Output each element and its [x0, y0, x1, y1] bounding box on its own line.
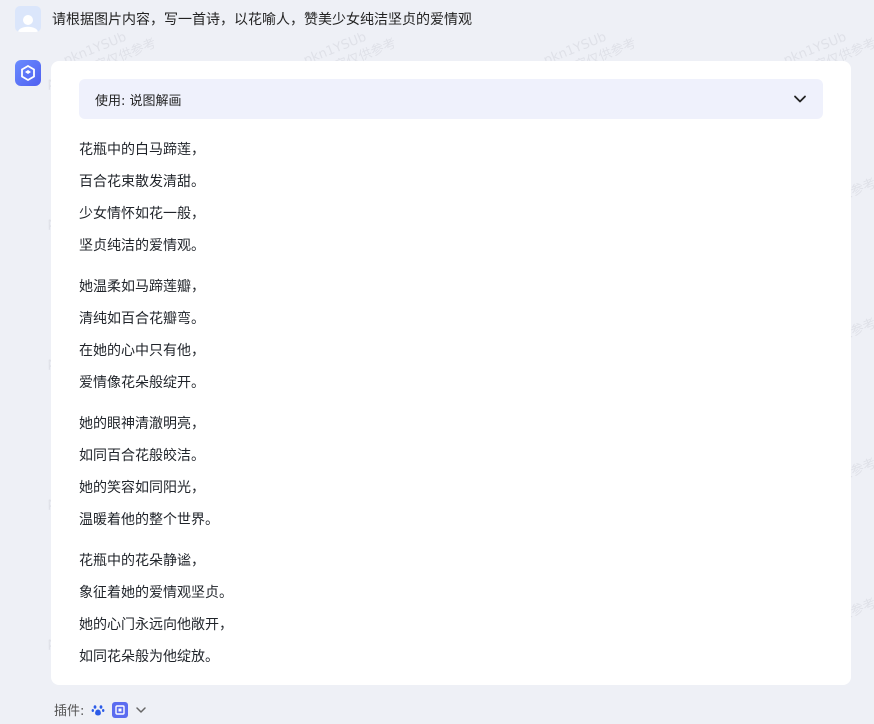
- plugin-icon[interactable]: [112, 701, 129, 718]
- assistant-response-card: 使用: 说图解画 花瓶中的白马蹄莲， 百合花束散发清甜。 少女情怀如花一般， 坚…: [51, 61, 851, 685]
- poem-line: 温暖着他的整个世界。: [79, 512, 219, 528]
- poem-line: 如同花朵般为他绽放。: [79, 649, 219, 665]
- chevron-down-icon[interactable]: [134, 703, 148, 717]
- plugin-used-label: 使用: 说图解画: [95, 93, 182, 109]
- plugins-label: 插件:: [54, 704, 85, 719]
- chevron-down-icon[interactable]: [793, 92, 807, 106]
- poem: 花瓶中的白马蹄莲， 百合花束散发清甜。 少女情怀如花一般， 坚贞纯洁的爱情观。 …: [79, 134, 233, 682]
- assistant-avatar: [15, 60, 41, 86]
- user-message-row: 请根据图片内容，写一首诗，以花喻人，赞美少女纯洁坚贞的爱情观: [15, 6, 472, 32]
- paw-icon[interactable]: [90, 702, 106, 718]
- poem-line: 花瓶中的白马蹄莲，: [79, 142, 205, 158]
- user-avatar: [15, 6, 41, 32]
- poem-line: 她温柔如马蹄莲瓣，: [79, 279, 205, 295]
- poem-stanza: 她温柔如马蹄莲瓣， 清纯如百合花瓣弯。 在她的心中只有他， 爱情像花朵般绽开。: [79, 271, 233, 399]
- poem-line: 百合花束散发清甜。: [79, 174, 205, 190]
- poem-line: 少女情怀如花一般，: [79, 206, 205, 222]
- poem-line: 花瓶中的花朵静谧，: [79, 553, 205, 569]
- assistant-logo-icon: [21, 65, 35, 81]
- poem-line: 她的笑容如同阳光，: [79, 480, 205, 496]
- poem-stanza: 花瓶中的白马蹄莲， 百合花束散发清甜。 少女情怀如花一般， 坚贞纯洁的爱情观。: [79, 134, 233, 262]
- poem-line: 她的心门永远向他敞开，: [79, 617, 233, 633]
- poem-line: 她的眼神清澈明亮，: [79, 416, 205, 432]
- poem-line: 象征着她的爱情观坚贞。: [79, 585, 233, 601]
- plugins-footer: 插件:: [54, 700, 148, 719]
- poem-line: 如同百合花般皎洁。: [79, 448, 205, 464]
- user-message-text: 请根据图片内容，写一首诗，以花喻人，赞美少女纯洁坚贞的爱情观: [52, 12, 472, 28]
- plugin-used-dropdown[interactable]: 使用: 说图解画: [79, 79, 823, 119]
- poem-line: 爱情像花朵般绽开。: [79, 375, 205, 391]
- user-avatar-icon: [18, 15, 38, 32]
- poem-line: 清纯如百合花瓣弯。: [79, 311, 205, 327]
- poem-line: 坚贞纯洁的爱情观。: [79, 238, 205, 254]
- poem-stanza: 花瓶中的花朵静谧， 象征着她的爱情观坚贞。 她的心门永远向他敞开， 如同花朵般为…: [79, 545, 233, 673]
- poem-line: 在她的心中只有他，: [79, 343, 205, 359]
- poem-stanza: 她的眼神清澈明亮， 如同百合花般皎洁。 她的笑容如同阳光， 温暖着他的整个世界。: [79, 408, 233, 536]
